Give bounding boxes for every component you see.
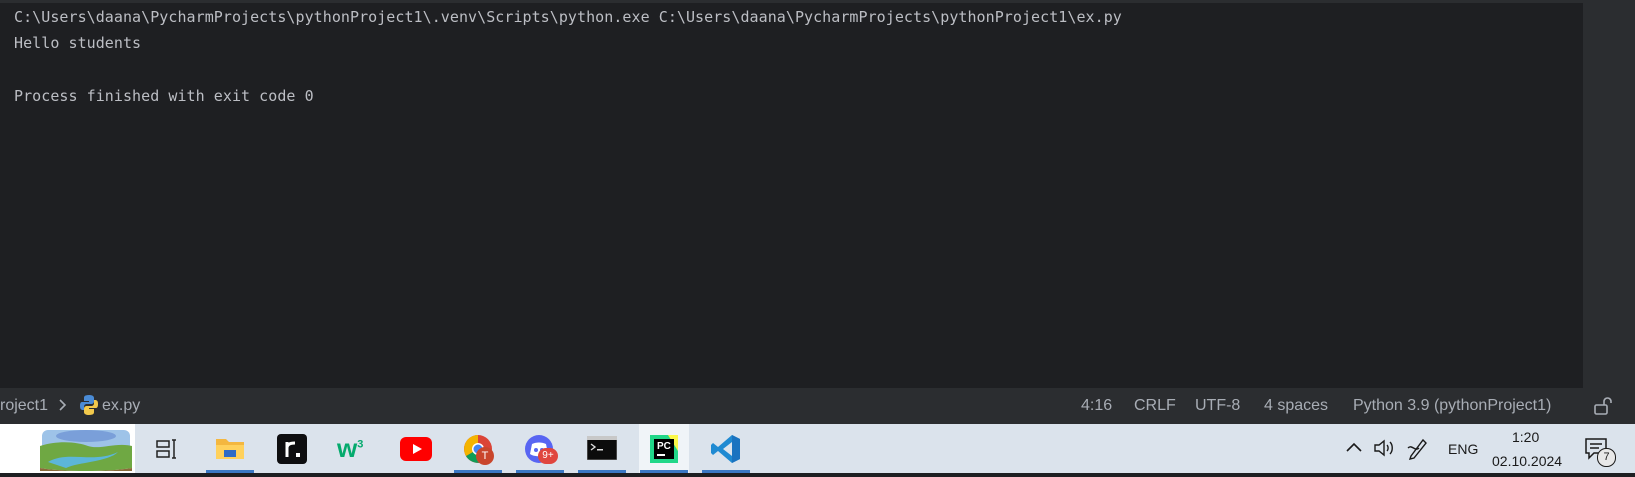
chrome-profile-badge: T xyxy=(476,447,494,465)
taskbar-youtube[interactable] xyxy=(391,424,441,473)
pycharm-letters: PC xyxy=(657,441,671,452)
console-line-command: C:\Users\daana\PycharmProjects\pythonPro… xyxy=(14,8,1122,26)
w3schools-icon: w3 xyxy=(337,433,363,464)
run-console-output[interactable]: C:\Users\daana\PycharmProjects\pythonPro… xyxy=(0,3,1583,388)
w3schools-letter: w xyxy=(337,433,358,463)
replit-icon xyxy=(277,434,307,469)
notification-count: 7 xyxy=(1597,448,1616,467)
vscode-icon xyxy=(710,433,742,470)
taskbar-vscode[interactable] xyxy=(701,424,751,473)
file-explorer-icon xyxy=(215,435,245,466)
input-language[interactable]: ENG xyxy=(1448,441,1478,457)
discord-notification-badge: 9+ xyxy=(538,448,558,464)
clock-time[interactable]: 1:20 xyxy=(1512,429,1539,445)
taskbar-w3schools[interactable]: w3 xyxy=(329,424,379,473)
w3schools-superscript: 3 xyxy=(357,438,364,451)
task-view-icon xyxy=(155,437,179,466)
windows-taskbar: w3 T 9+ PC ENG 1:20 02.10.2024 7 xyxy=(0,424,1635,473)
pycharm-icon: PC xyxy=(648,433,680,465)
taskbar-task-view[interactable] xyxy=(141,424,191,473)
caret-position[interactable]: 4:16 xyxy=(1081,397,1112,415)
terminal-icon xyxy=(586,435,618,465)
line-separator[interactable]: CRLF xyxy=(1134,397,1176,415)
python-interpreter[interactable]: Python 3.9 (pythonProject1) xyxy=(1353,397,1551,415)
breadcrumb-file[interactable]: ex.py xyxy=(102,397,140,415)
start-area[interactable] xyxy=(0,424,135,473)
taskbar-replit[interactable] xyxy=(267,424,317,473)
chevron-up-icon[interactable] xyxy=(1345,440,1363,459)
taskbar-pycharm[interactable]: PC xyxy=(639,424,689,473)
taskbar-discord[interactable]: 9+ xyxy=(515,424,565,473)
speaker-icon[interactable] xyxy=(1373,437,1397,464)
console-line-output: Hello students xyxy=(14,34,142,52)
start-landscape-icon xyxy=(38,428,134,477)
console-scrollbar[interactable] xyxy=(1583,3,1635,388)
taskbar-file-explorer[interactable] xyxy=(205,424,255,473)
unlock-icon[interactable] xyxy=(1592,396,1612,421)
taskbar-terminal[interactable] xyxy=(577,424,627,473)
chevron-right-icon xyxy=(58,395,68,420)
python-file-icon xyxy=(79,394,99,421)
taskbar-chrome[interactable]: T xyxy=(453,424,503,473)
notification-center[interactable]: 7 xyxy=(1584,437,1616,467)
ide-status-bar: roject1 ex.py 4:16 CRLF UTF-8 4 spaces P… xyxy=(0,388,1635,424)
clock-date[interactable]: 02.10.2024 xyxy=(1492,453,1562,469)
indent-setting[interactable]: 4 spaces xyxy=(1264,397,1328,415)
youtube-icon xyxy=(400,437,432,466)
breadcrumb-project[interactable]: roject1 xyxy=(0,397,48,415)
pen-icon[interactable] xyxy=(1407,436,1429,465)
file-encoding[interactable]: UTF-8 xyxy=(1195,397,1240,415)
console-line-exit-status: Process finished with exit code 0 xyxy=(14,87,314,105)
